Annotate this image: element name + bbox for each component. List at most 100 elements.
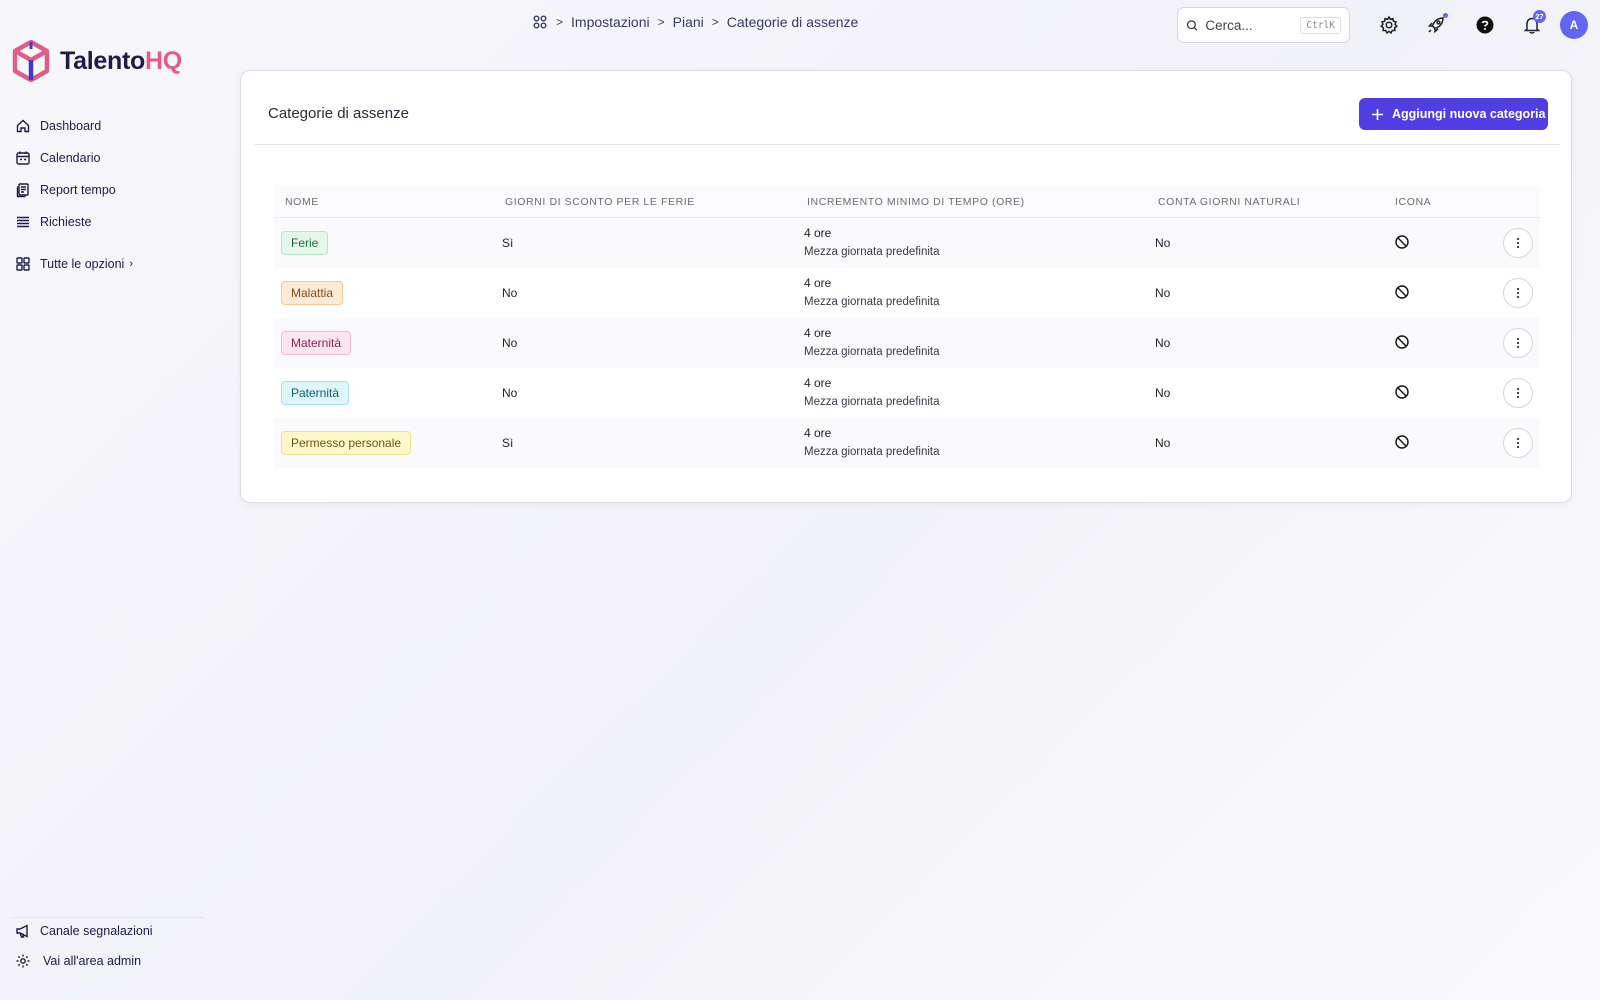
- logo-cube-icon: [12, 40, 50, 82]
- sidebar-item-canale-segnalazioni[interactable]: Canale segnalazioni: [15, 916, 153, 946]
- breadcrumb-piani[interactable]: Piani: [673, 14, 704, 30]
- more-vertical-icon: [1516, 287, 1520, 299]
- table-row[interactable]: Permesso personale Sì 4 ore Mezza giornat…: [274, 418, 1540, 468]
- more-vertical-icon: [1516, 237, 1520, 249]
- breadcrumb: > Impostazioni > Piani > Categorie di as…: [532, 14, 858, 30]
- gear-icon: [16, 954, 30, 968]
- no-icon: [1395, 284, 1409, 299]
- column-header-incremento[interactable]: INCREMENTO MINIMO DI TEMPO (ORE): [794, 196, 1144, 208]
- category-name-badge[interactable]: Ferie: [281, 231, 329, 255]
- table-row[interactable]: Paternità No 4 ore Mezza giornata predefi…: [274, 368, 1540, 418]
- divider: [254, 144, 1560, 145]
- home-icon: [16, 119, 30, 133]
- sidebar-item-label: Report tempo: [40, 183, 116, 197]
- natural-days-value: No: [1155, 386, 1171, 400]
- increment-cell: 4 ore Mezza giornata predefinita: [794, 224, 1144, 262]
- column-header-icona[interactable]: ICONA: [1384, 196, 1484, 208]
- no-icon: [1395, 334, 1409, 349]
- natural-days-value: No: [1155, 236, 1171, 250]
- more-vertical-icon: [1516, 337, 1520, 349]
- add-category-label: Aggiungi nuova categoria: [1392, 107, 1546, 121]
- row-actions-button[interactable]: [1503, 378, 1533, 408]
- no-icon: [1395, 384, 1409, 399]
- row-actions-button[interactable]: [1503, 278, 1533, 308]
- row-actions-button[interactable]: [1503, 428, 1533, 458]
- discount-value: Sì: [502, 436, 514, 450]
- natural-days-value: No: [1155, 286, 1171, 300]
- increment-note: Mezza giornata predefinita: [804, 296, 940, 308]
- increment-note: Mezza giornata predefinita: [804, 246, 940, 258]
- row-actions-button[interactable]: [1503, 228, 1533, 258]
- megaphone-icon: [16, 924, 28, 938]
- increment-cell: 4 ore Mezza giornata predefinita: [794, 424, 1144, 462]
- grid-icon: [16, 257, 30, 271]
- notification-count: 27: [1533, 10, 1546, 23]
- sidebar-item-calendario[interactable]: Calendario: [15, 142, 133, 174]
- table-row[interactable]: Malattia No 4 ore Mezza giornata predefin…: [274, 268, 1540, 318]
- category-name-badge[interactable]: Malattia: [281, 281, 344, 305]
- list-icon: [17, 216, 29, 228]
- sidebar-item-label: Vai all'area admin: [43, 954, 142, 968]
- chevron-right-icon: >: [711, 15, 719, 29]
- increment-note: Mezza giornata predefinita: [804, 446, 940, 458]
- increment-value: 4 ore: [804, 276, 832, 290]
- search-icon: [1186, 19, 1198, 31]
- categories-card: Categorie di assenze Aggiungi nuova cate…: [240, 70, 1572, 503]
- row-actions-button[interactable]: [1503, 328, 1533, 358]
- category-name-badge[interactable]: Paternità: [281, 381, 350, 405]
- main-nav: Dashboard Calendario Report tempo Richie…: [15, 110, 133, 280]
- sidebar-item-area-admin[interactable]: Vai all'area admin: [15, 946, 153, 976]
- breadcrumb-current: Categorie di assenze: [726, 14, 859, 30]
- sidebar-item-label: Dashboard: [40, 119, 102, 133]
- sidebar-item-report-tempo[interactable]: Report tempo: [15, 174, 133, 206]
- category-name-badge[interactable]: Maternità: [281, 331, 352, 355]
- gear-icon: [1380, 15, 1398, 35]
- sidebar-item-dashboard[interactable]: Dashboard: [15, 110, 133, 142]
- sidebar-item-richieste[interactable]: Richieste: [15, 206, 133, 238]
- chevron-right-icon: ›: [129, 258, 133, 270]
- increment-cell: 4 ore Mezza giornata predefinita: [794, 374, 1144, 412]
- plus-icon: [1372, 108, 1383, 120]
- breadcrumb-impostazioni[interactable]: Impostazioni: [571, 14, 650, 30]
- sidebar-item-label: Canale segnalazioni: [40, 924, 153, 938]
- discount-value: No: [502, 286, 518, 300]
- update-dot: [1443, 13, 1448, 18]
- sidebar-item-tutte-le-opzioni[interactable]: Tutte le opzioni ›: [15, 248, 133, 280]
- avatar[interactable]: A: [1560, 11, 1588, 39]
- column-header-giorni-sconto[interactable]: GIORNI DI SCONTO PER LE FERIE: [494, 196, 794, 208]
- increment-note: Mezza giornata predefinita: [804, 346, 940, 358]
- search-shortcut: CtrlK: [1300, 16, 1341, 34]
- category-name-badge[interactable]: Permesso personale: [281, 431, 412, 455]
- help-button[interactable]: [1473, 13, 1497, 37]
- search-box[interactable]: CtrlK: [1177, 7, 1350, 43]
- increment-value: 4 ore: [804, 376, 832, 390]
- no-icon: [1395, 434, 1409, 449]
- page-title: Categorie di assenze: [268, 105, 409, 122]
- launch-button[interactable]: [1424, 13, 1448, 37]
- increment-cell: 4 ore Mezza giornata predefinita: [794, 274, 1144, 312]
- more-vertical-icon: [1516, 437, 1520, 449]
- increment-value: 4 ore: [804, 426, 832, 440]
- chevron-right-icon: >: [657, 15, 665, 29]
- rocket-icon: [1427, 17, 1444, 34]
- report-icon: [16, 183, 29, 198]
- table-row[interactable]: Ferie Sì 4 ore Mezza giornata predefinita…: [274, 218, 1540, 268]
- sidebar-item-label: Richieste: [40, 215, 92, 229]
- column-header-nome[interactable]: NOME: [274, 196, 494, 208]
- column-header-giorni-naturali[interactable]: CONTA GIORNI NATURALI: [1144, 196, 1384, 208]
- logo[interactable]: TalentoHQ: [12, 40, 182, 82]
- increment-note: Mezza giornata predefinita: [804, 396, 940, 408]
- table-row[interactable]: Maternità No 4 ore Mezza giornata predefi…: [274, 318, 1540, 368]
- add-category-button[interactable]: Aggiungi nuova categoria: [1359, 98, 1548, 130]
- apps-icon[interactable]: [532, 14, 548, 30]
- increment-cell: 4 ore Mezza giornata predefinita: [794, 324, 1144, 362]
- search-input[interactable]: [1205, 17, 1294, 33]
- settings-button[interactable]: [1377, 13, 1401, 37]
- brand-name: TalentoHQ: [60, 46, 182, 75]
- no-icon: [1395, 234, 1409, 249]
- sidebar-item-label: Calendario: [40, 151, 101, 165]
- sidebar-item-label: Tutte le opzioni: [40, 257, 125, 271]
- natural-days-value: No: [1155, 336, 1171, 350]
- chevron-right-icon: >: [556, 15, 564, 29]
- discount-value: No: [502, 386, 518, 400]
